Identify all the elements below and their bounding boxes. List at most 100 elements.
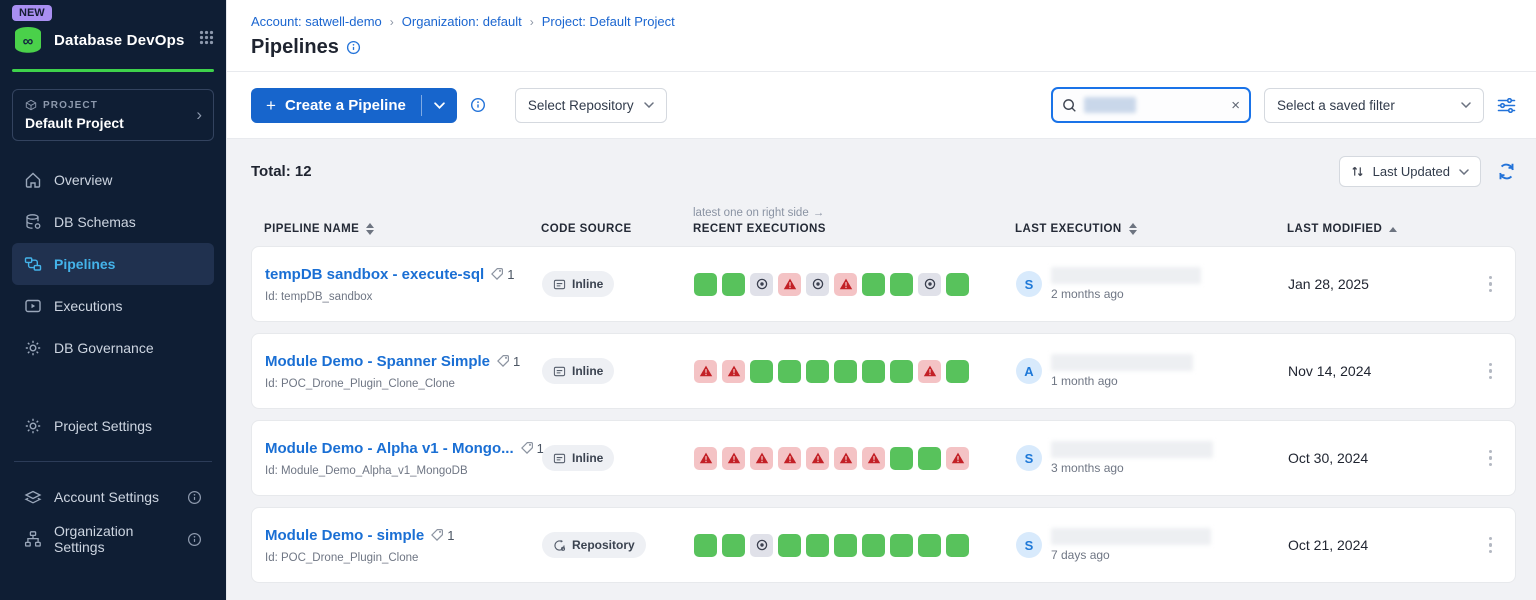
sidebar-item-pipelines[interactable]: Pipelines: [12, 243, 214, 285]
sidebar-item-overview[interactable]: Overview: [12, 159, 214, 201]
project-switcher[interactable]: PROJECT Default Project ›: [12, 89, 214, 141]
column-header-last-execution[interactable]: LAST EXECUTION: [1015, 223, 1287, 235]
project-label: PROJECT: [43, 100, 98, 111]
pipeline-name-link[interactable]: Module Demo - Spanner Simple: [265, 353, 490, 370]
execution-square-failed[interactable]: [946, 447, 969, 470]
tag-count: 1: [513, 354, 520, 369]
execution-square-cancelled[interactable]: [750, 534, 773, 557]
code-source-label: Inline: [572, 277, 603, 291]
column-header-pipeline-name[interactable]: PIPELINE NAME: [251, 223, 541, 235]
pipeline-id: Id: POC_Drone_Plugin_Clone_Clone: [265, 378, 542, 390]
execution-square-success[interactable]: [890, 534, 913, 557]
execution-square-failed[interactable]: [750, 447, 773, 470]
execution-square-failed[interactable]: [694, 447, 717, 470]
execution-square-success[interactable]: [946, 273, 969, 296]
repository-icon: [553, 539, 566, 552]
pipeline-name-link[interactable]: tempDB sandbox - execute-sql: [265, 266, 484, 283]
search-input[interactable]: ×: [1051, 87, 1251, 123]
sort-dropdown[interactable]: Last Updated: [1339, 156, 1481, 187]
row-actions-kebab-icon[interactable]: [1485, 446, 1497, 471]
search-value-redacted: [1084, 97, 1136, 113]
app-grid-icon[interactable]: [199, 30, 214, 50]
execution-square-failed[interactable]: [722, 360, 745, 383]
execution-square-failed[interactable]: [778, 273, 801, 296]
avatar: S: [1016, 532, 1042, 558]
execution-square-success[interactable]: [778, 534, 801, 557]
execution-square-success[interactable]: [890, 360, 913, 383]
info-icon[interactable]: [187, 490, 202, 505]
execution-square-failed[interactable]: [834, 273, 857, 296]
refresh-icon[interactable]: [1497, 162, 1516, 181]
execution-square-failed[interactable]: [806, 447, 829, 470]
recent-executions: [694, 273, 1016, 296]
tag-icon: [430, 528, 444, 542]
execution-square-success[interactable]: [722, 534, 745, 557]
execution-square-cancelled[interactable]: [806, 273, 829, 296]
execution-square-success[interactable]: [834, 534, 857, 557]
execution-square-success[interactable]: [946, 534, 969, 557]
execution-square-cancelled[interactable]: [750, 273, 773, 296]
execution-square-failed[interactable]: [918, 360, 941, 383]
execution-square-success[interactable]: [694, 273, 717, 296]
row-actions-kebab-icon[interactable]: [1485, 272, 1497, 297]
execution-square-success[interactable]: [806, 360, 829, 383]
filter-sliders-icon[interactable]: [1497, 98, 1516, 113]
execution-square-success[interactable]: [778, 360, 801, 383]
execution-square-success[interactable]: [890, 273, 913, 296]
column-label: LAST MODIFIED: [1287, 223, 1382, 235]
clear-search-icon[interactable]: ×: [1231, 98, 1240, 113]
breadcrumb-account-link[interactable]: Account: satwell-demo: [251, 14, 382, 29]
pipeline-name-link[interactable]: Module Demo - Alpha v1 - Mongo...: [265, 440, 514, 457]
row-actions-kebab-icon[interactable]: [1485, 359, 1497, 384]
breadcrumb-project-link[interactable]: Project: Default Project: [542, 14, 675, 29]
execution-square-failed[interactable]: [862, 447, 885, 470]
execution-square-failed[interactable]: [694, 360, 717, 383]
column-label: RECENT EXECUTIONS: [693, 223, 826, 235]
saved-filter-dropdown[interactable]: Select a saved filter: [1264, 88, 1484, 123]
sidebar-item-db-governance[interactable]: DB Governance: [12, 327, 214, 369]
execution-square-success[interactable]: [862, 360, 885, 383]
info-icon[interactable]: [470, 97, 486, 113]
execution-square-success[interactable]: [834, 360, 857, 383]
sidebar-item-organization-settings[interactable]: Organization Settings: [12, 518, 214, 560]
execution-square-success[interactable]: [918, 447, 941, 470]
execution-square-failed[interactable]: [778, 447, 801, 470]
sidebar-item-executions[interactable]: Executions: [12, 285, 214, 327]
tag-icon: [496, 354, 510, 368]
code-source-label: Inline: [572, 451, 603, 465]
execution-square-success[interactable]: [890, 447, 913, 470]
create-pipeline-button[interactable]: + Create a Pipeline: [251, 88, 457, 123]
tag-icon: [490, 267, 504, 281]
row-actions-kebab-icon[interactable]: [1485, 533, 1497, 558]
execution-square-success[interactable]: [806, 534, 829, 557]
breadcrumb: Account: satwell-demo › Organization: de…: [251, 14, 1512, 29]
executor-name-redacted: [1051, 354, 1193, 371]
breadcrumb-organization-link[interactable]: Organization: default: [402, 14, 522, 29]
select-repository-dropdown[interactable]: Select Repository: [515, 88, 667, 123]
table-header: PIPELINE NAME CODE SOURCE latest one on …: [251, 207, 1516, 235]
execution-square-success[interactable]: [946, 360, 969, 383]
sidebar-item-project-settings[interactable]: Project Settings: [12, 405, 214, 447]
executor-name-redacted: [1051, 267, 1201, 284]
sidebar-item-label: Account Settings: [54, 489, 159, 505]
sidebar-item-db-schemas[interactable]: DB Schemas: [12, 201, 214, 243]
play-box-icon: [24, 297, 42, 315]
execution-square-success[interactable]: [694, 534, 717, 557]
sidebar-item-account-settings[interactable]: Account Settings: [12, 476, 214, 518]
executor-name-redacted: [1051, 441, 1213, 458]
sort-arrows-icon: [1351, 165, 1364, 178]
execution-square-success[interactable]: [862, 273, 885, 296]
execution-square-cancelled[interactable]: [918, 273, 941, 296]
pipeline-name-link[interactable]: Module Demo - simple: [265, 527, 424, 544]
execution-square-success[interactable]: [722, 273, 745, 296]
execution-square-success[interactable]: [750, 360, 773, 383]
column-header-last-modified[interactable]: LAST MODIFIED: [1287, 223, 1465, 235]
create-pipeline-dropdown-toggle[interactable]: [422, 88, 457, 123]
execution-square-success[interactable]: [862, 534, 885, 557]
info-icon[interactable]: [346, 40, 361, 55]
execution-square-failed[interactable]: [722, 447, 745, 470]
search-icon: [1062, 98, 1077, 113]
execution-square-failed[interactable]: [834, 447, 857, 470]
info-icon[interactable]: [187, 532, 202, 547]
execution-square-success[interactable]: [918, 534, 941, 557]
